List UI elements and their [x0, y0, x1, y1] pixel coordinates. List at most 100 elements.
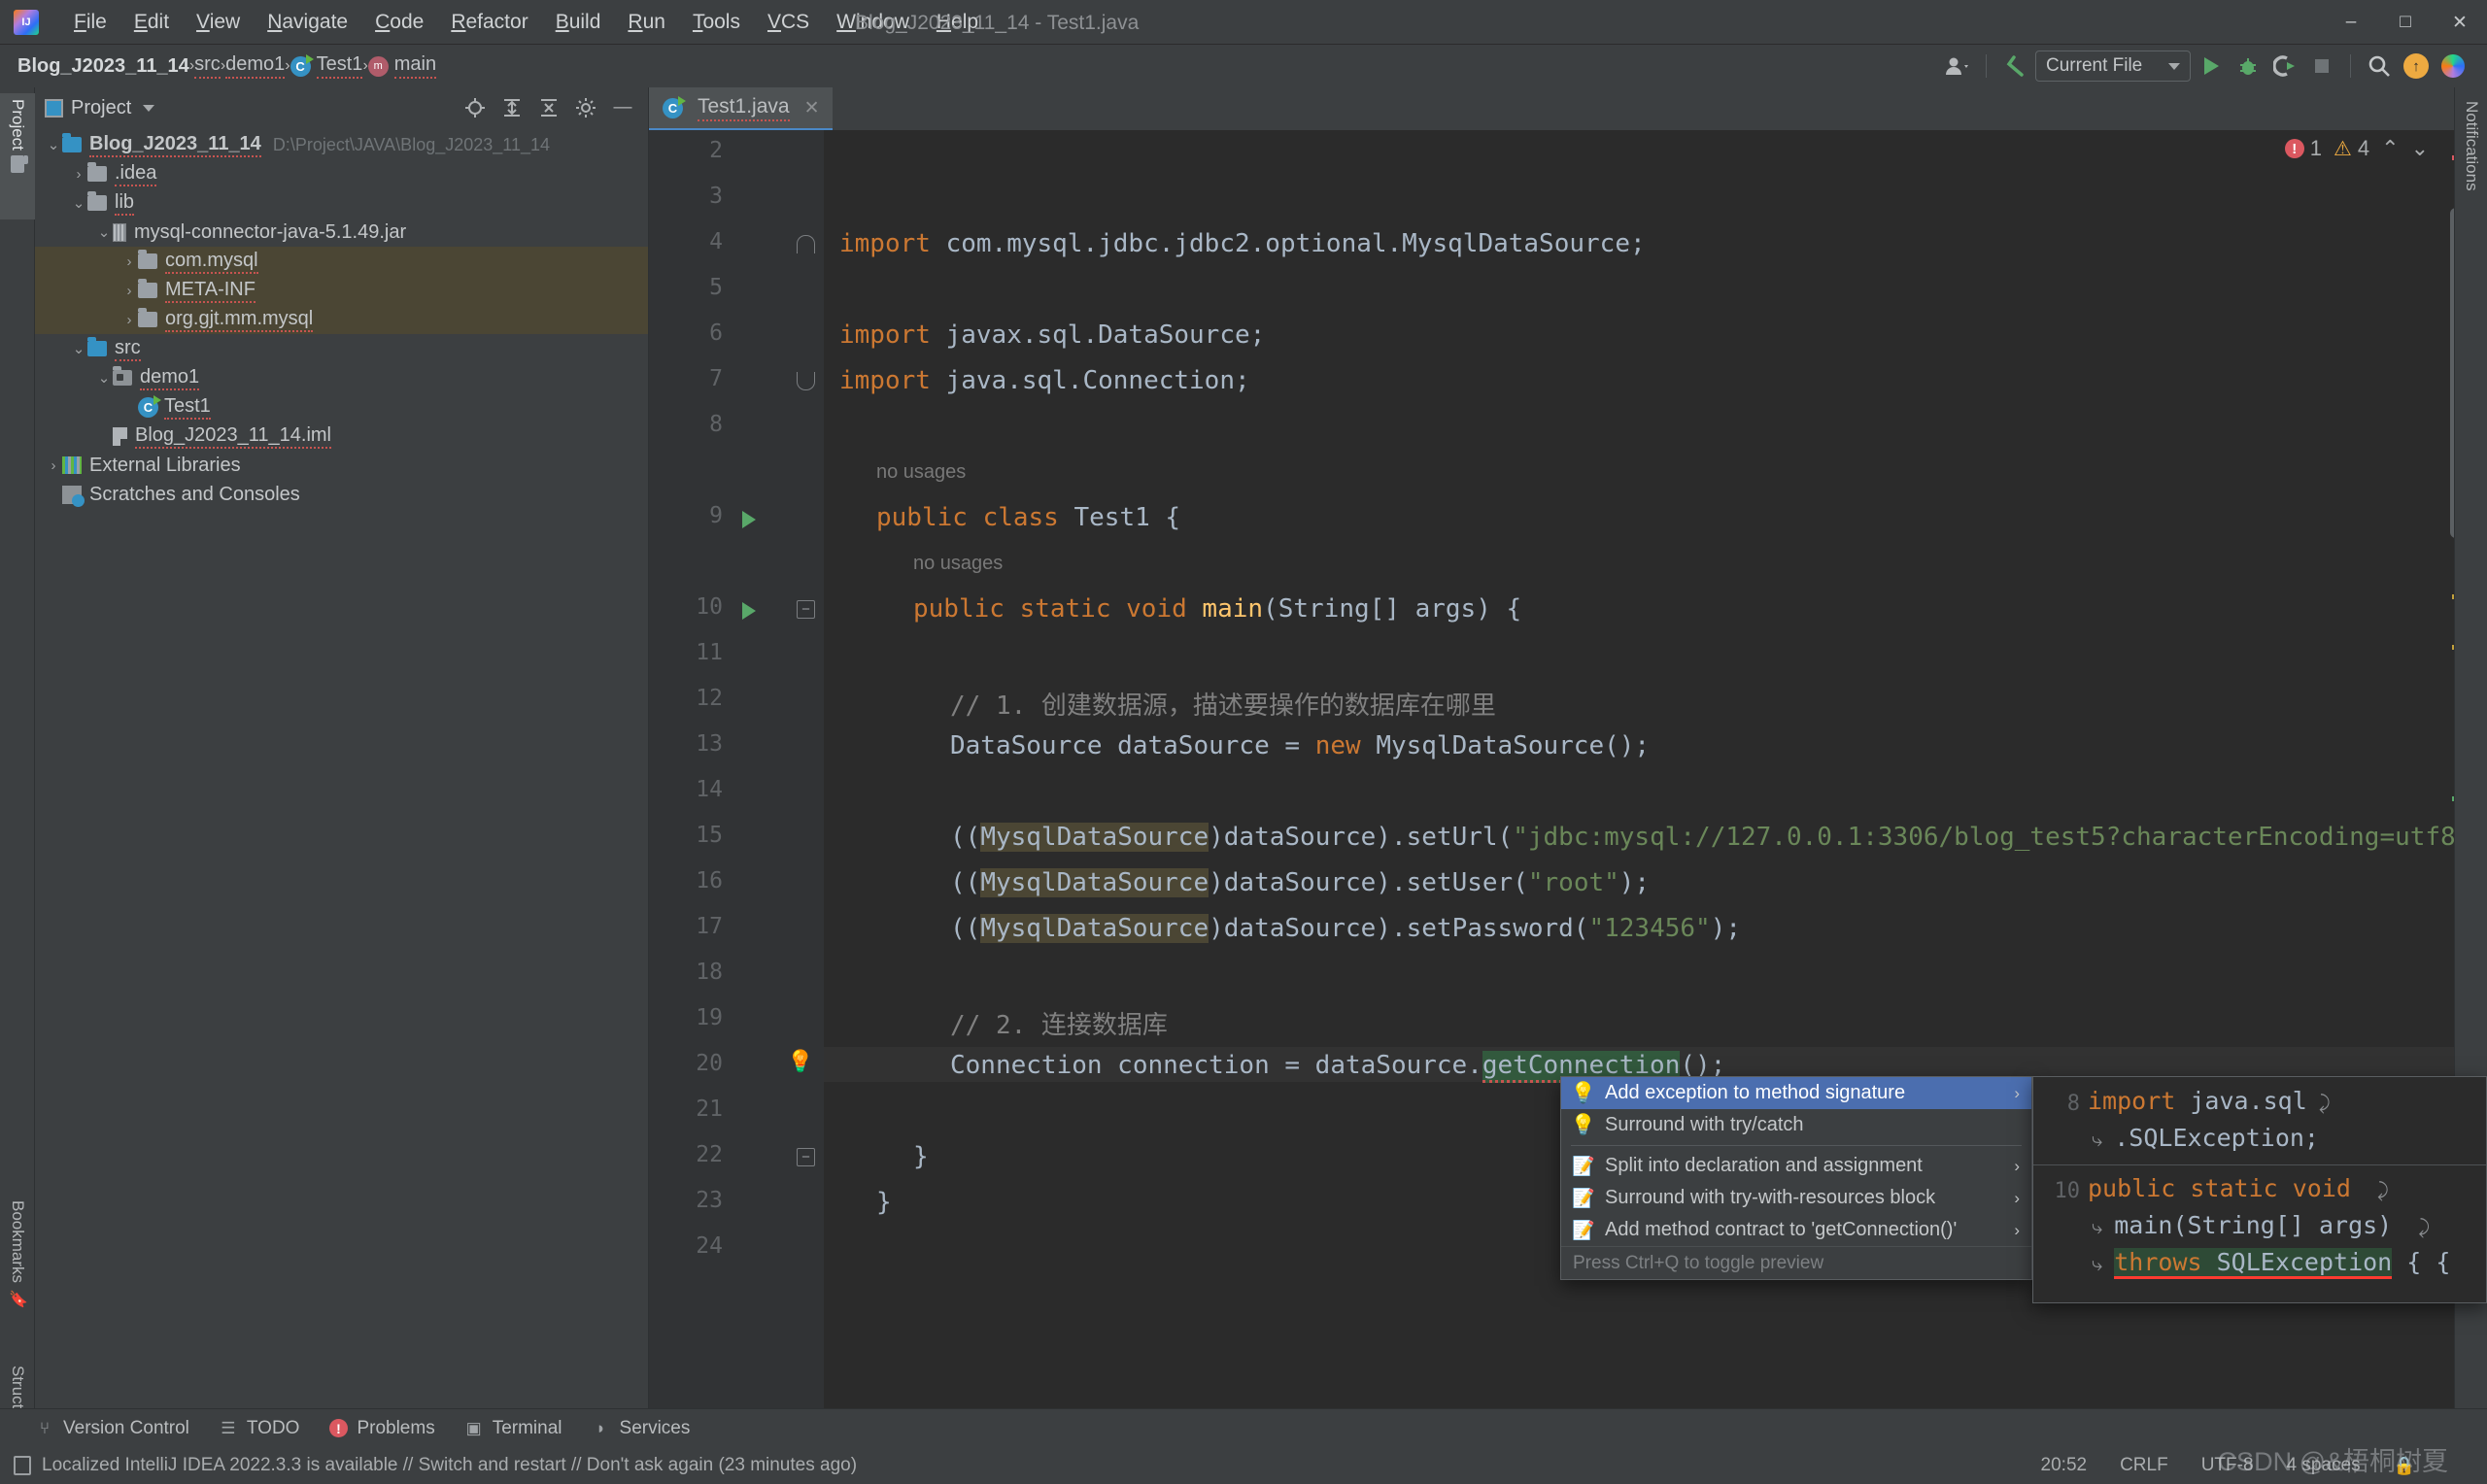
- tree-expand-arrow[interactable]: ›: [70, 166, 87, 183]
- maximize-icon[interactable]: □: [2378, 0, 2433, 45]
- minimize-icon[interactable]: –: [2324, 0, 2378, 45]
- gutter-intention-bulb-icon[interactable]: 💡: [787, 1049, 813, 1074]
- menu-navigate[interactable]: Navigate: [254, 7, 361, 38]
- breadcrumb-item-demo1[interactable]: demo1: [225, 53, 286, 79]
- preview-token: main(String[] args): [2114, 1211, 2407, 1239]
- code-token: ((: [950, 823, 981, 852]
- run-configuration-selector[interactable]: Current File: [2035, 51, 2191, 82]
- tree-node-blog-j2023-11-14-iml[interactable]: · Blog_J2023_11_14.iml: [35, 422, 648, 451]
- chevron-down-icon[interactable]: [143, 104, 155, 112]
- menu-vcs[interactable]: VCS: [754, 7, 823, 38]
- sidebar-item-notifications[interactable]: Notifications: [2455, 101, 2487, 191]
- tree-expand-arrow[interactable]: ⌄: [95, 369, 113, 387]
- tree-node-meta-inf[interactable]: › META-INF: [35, 276, 648, 305]
- debug-icon[interactable]: [2231, 50, 2265, 83]
- tool-window-version-control[interactable]: ⑂ Version Control: [35, 1418, 189, 1439]
- tool-window-todo[interactable]: ☰ TODO: [219, 1417, 300, 1439]
- tool-window-problems[interactable]: ! Problems: [328, 1418, 435, 1439]
- tool-window-services[interactable]: ◗ Services: [592, 1418, 690, 1439]
- menu-view[interactable]: View: [183, 7, 254, 38]
- menu-code[interactable]: Code: [361, 7, 437, 38]
- intention-item-surround-with-try-catch[interactable]: 💡 Surround with try/catch: [1561, 1109, 2031, 1141]
- status-line-separator[interactable]: CRLF: [2120, 1455, 2168, 1476]
- status-indent[interactable]: 4 spaces: [2287, 1455, 2361, 1476]
- tree-node-src[interactable]: ⌄ src: [35, 334, 648, 363]
- lock-icon[interactable]: 🔒: [2394, 1456, 2415, 1476]
- status-encoding[interactable]: UTF-8: [2201, 1455, 2254, 1476]
- ai-assistant-icon[interactable]: [2436, 50, 2470, 83]
- locate-icon[interactable]: [463, 96, 487, 119]
- menu-build[interactable]: Build: [542, 7, 615, 38]
- menu-tools[interactable]: Tools: [679, 7, 754, 38]
- menu-refactor[interactable]: Refactor: [437, 7, 541, 38]
- tree-expand-arrow[interactable]: ⌄: [70, 340, 87, 357]
- tree-expand-arrow[interactable]: ›: [120, 283, 138, 299]
- tree-node-external-libraries[interactable]: › External Libraries: [35, 451, 648, 480]
- tree-expand-arrow[interactable]: ·: [95, 428, 113, 445]
- menu-run[interactable]: Run: [614, 7, 679, 38]
- expand-all-icon[interactable]: [500, 96, 524, 119]
- breadcrumb-item-test1[interactable]: C Test1: [290, 53, 363, 79]
- inspection-widget[interactable]: ! 1 ⚠ 4 ⌃ ⌄: [2284, 136, 2429, 161]
- source-folder-icon: [87, 337, 107, 356]
- tree-node-label: org.gjt.mm.mysql: [165, 308, 314, 332]
- user-icon[interactable]: [1941, 50, 1974, 83]
- next-problem-icon[interactable]: ⌄: [2411, 136, 2429, 161]
- tree-expand-arrow[interactable]: ·: [120, 399, 138, 416]
- search-icon[interactable]: [2363, 50, 2396, 83]
- menu-edit[interactable]: Edit: [120, 7, 183, 38]
- hide-panel-icon[interactable]: —: [611, 96, 634, 119]
- stop-icon[interactable]: [2305, 50, 2338, 83]
- tree-node-org-gjt-mm-mysql[interactable]: › org.gjt.mm.mysql: [35, 305, 648, 334]
- run-coverage-icon[interactable]: [2268, 50, 2301, 83]
- settings-gear-icon[interactable]: [574, 96, 597, 119]
- tree-expand-arrow[interactable]: ›: [45, 457, 62, 474]
- tool-window-label: TODO: [246, 1417, 300, 1438]
- close-icon[interactable]: ✕: [2433, 0, 2487, 45]
- tool-window-terminal[interactable]: ▣ Terminal: [464, 1418, 562, 1439]
- tree-node-mysql-connector-java-5-1-49-jar[interactable]: ⌄ mysql-connector-java-5.1.49.jar: [35, 218, 648, 247]
- tree-node-lib[interactable]: ⌄ lib: [35, 188, 648, 218]
- tree-node-scratches-and-consoles[interactable]: · Scratches and Consoles: [35, 480, 648, 509]
- editor-gutter: 2 3 4 5 6 7 8 9 10−11 12 13 14 15 16 17 18 19 20 💡 21 22−23 2…: [649, 130, 824, 1439]
- intention-item-split-into-declaration-and-assignment[interactable]: 📝 Split into declaration and assignment ›: [1561, 1150, 2031, 1182]
- tab-test1-java[interactable]: C Test1.java ✕: [649, 87, 834, 130]
- tree-expand-arrow[interactable]: ›: [120, 253, 138, 270]
- close-icon[interactable]: ✕: [804, 97, 820, 119]
- gutter-fold-icon[interactable]: [797, 235, 815, 253]
- inlay-hint-usages: no usages: [913, 553, 1004, 574]
- sidebar-item-bookmarks[interactable]: Bookmarks 🔖: [0, 1195, 35, 1340]
- tree-expand-arrow[interactable]: ⌄: [95, 223, 113, 241]
- breadcrumb-item-main[interactable]: m main: [367, 53, 437, 79]
- tree-node-test1[interactable]: ·CTest1: [35, 392, 648, 422]
- intention-item-add-exception-to-method-signature[interactable]: 💡 Add exception to method signature ›: [1561, 1077, 2031, 1109]
- update-icon[interactable]: ↑: [2400, 50, 2433, 83]
- gutter-fold-icon[interactable]: −: [797, 1148, 815, 1166]
- breadcrumb-item-blog-j2023-11-14[interactable]: Blog_J2023_11_14: [17, 55, 189, 78]
- notification-icon[interactable]: [14, 1456, 31, 1475]
- tree-node--idea[interactable]: › .idea: [35, 159, 648, 188]
- tree-expand-arrow[interactable]: ⌄: [45, 136, 62, 153]
- code-token: "jdbc:mysql://127.0.0.1:3306/blog_test5?…: [1513, 823, 2487, 852]
- intention-item-add-method-contract-to-getconnection-[interactable]: 📝 Add method contract to 'getConnection()…: [1561, 1214, 2031, 1246]
- intention-item-surround-with-try-with-resources-block[interactable]: 📝 Surround with try-with-resources block ›: [1561, 1182, 2031, 1214]
- tree-expand-arrow[interactable]: ›: [120, 312, 138, 328]
- breadcrumb-item-src[interactable]: src: [194, 53, 221, 79]
- sidebar-item-project[interactable]: Project: [0, 93, 35, 219]
- run-icon[interactable]: [2195, 50, 2228, 83]
- tree-expand-arrow[interactable]: ·: [45, 487, 62, 503]
- gutter-run-icon[interactable]: [742, 602, 756, 620]
- gutter-run-icon[interactable]: [742, 511, 756, 528]
- tree-node-blog-j2023-11-14[interactable]: ⌄ Blog_J2023_11_14 D:\Project\JAVA\Blog_J2…: [35, 130, 648, 159]
- collapse-all-icon[interactable]: [537, 96, 561, 119]
- tree-expand-arrow[interactable]: ⌄: [70, 194, 87, 212]
- prev-problem-icon[interactable]: ⌃: [2381, 136, 2399, 161]
- menu-file[interactable]: File: [60, 7, 120, 38]
- gutter-fold-icon[interactable]: [797, 372, 815, 390]
- back-arrow-icon[interactable]: [1998, 50, 2031, 83]
- gutter-fold-icon[interactable]: −: [797, 600, 815, 619]
- status-message[interactable]: Localized IntelliJ IDEA 2022.3.3 is avai…: [42, 1455, 857, 1476]
- tree-node-com-mysql[interactable]: › com.mysql: [35, 247, 648, 276]
- tree-node-demo1[interactable]: ⌄ demo1: [35, 363, 648, 392]
- code-token: main: [1202, 594, 1264, 624]
